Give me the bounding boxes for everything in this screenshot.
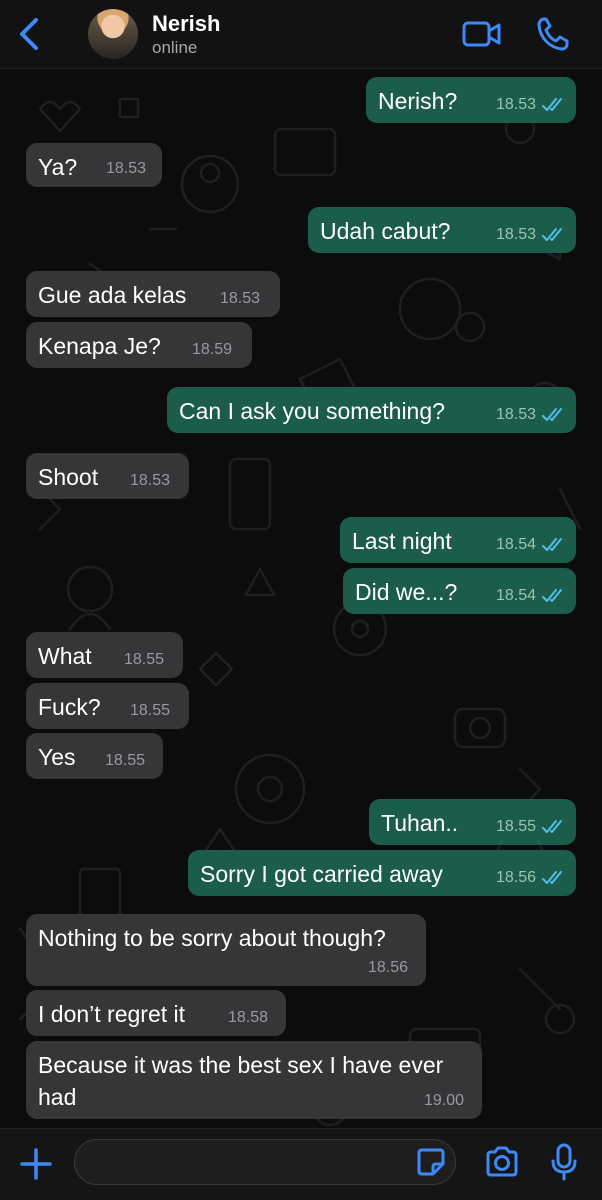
message-timestamp: 19.00	[424, 1092, 465, 1109]
composer-bar	[0, 1128, 602, 1200]
outgoing-message[interactable]: Tuhan.. 18.55	[369, 799, 576, 845]
read-receipt-icon	[542, 871, 562, 884]
video-call-button[interactable]	[462, 18, 502, 50]
chevron-left-icon	[20, 18, 38, 50]
outgoing-message[interactable]: Udah cabut? 18.53	[308, 207, 576, 253]
message-timestamp: 18.55	[124, 651, 165, 668]
message-timestamp: 18.54	[495, 536, 536, 553]
camera-icon	[486, 1146, 518, 1177]
read-receipt-icon	[542, 589, 562, 602]
message-text: Fuck?	[38, 694, 101, 720]
plus-icon	[20, 1148, 52, 1180]
outgoing-message[interactable]: Nerish? 18.53	[366, 77, 576, 123]
avatar[interactable]	[88, 9, 138, 59]
message-timestamp: 18.53	[495, 406, 536, 423]
message-text: Shoot	[38, 464, 99, 490]
message-timestamp: 18.55	[495, 818, 536, 835]
video-camera-icon	[462, 21, 501, 47]
incoming-message[interactable]: I don’t regret it 18.58	[26, 990, 286, 1036]
message-timestamp: 18.53	[106, 160, 147, 177]
incoming-message[interactable]: Because it was the best sex I have ever …	[26, 1041, 482, 1119]
message-timestamp: 18.56	[495, 869, 536, 886]
outgoing-message[interactable]: Sorry I got carried away 18.56	[188, 850, 576, 896]
message-text: Udah cabut?	[320, 218, 451, 244]
read-receipt-icon	[542, 538, 562, 551]
message-timestamp: 18.53	[220, 290, 261, 307]
message-input[interactable]	[74, 1139, 456, 1185]
phone-icon	[537, 17, 569, 51]
message-timestamp: 18.55	[105, 752, 146, 769]
incoming-message[interactable]: Yes 18.55	[26, 733, 163, 779]
incoming-message[interactable]: Ya? 18.53	[26, 143, 162, 187]
message-text: Gue ada kelas	[38, 282, 187, 308]
message-text: Ya?	[38, 154, 78, 180]
message-timestamp: 18.54	[495, 587, 536, 604]
message-text: Sorry I got carried away	[200, 861, 443, 887]
message-text: Kenapa Je?	[38, 333, 161, 359]
incoming-message[interactable]: Fuck? 18.55	[26, 683, 189, 729]
message-text: Yes	[38, 744, 76, 770]
voice-message-button[interactable]	[550, 1142, 578, 1182]
sticker-button[interactable]	[416, 1147, 446, 1177]
outgoing-message[interactable]: Last night 18.54	[340, 517, 576, 563]
message-timestamp: 18.53	[130, 472, 171, 489]
message-text: Nerish?	[378, 88, 458, 114]
back-button[interactable]	[14, 14, 48, 54]
read-receipt-icon	[542, 820, 562, 833]
chat-screen: Nerish online Nerish? 18.53 Ya? 18.53 Ud…	[0, 0, 602, 1200]
microphone-icon	[551, 1143, 577, 1181]
add-attachment-button[interactable]	[18, 1146, 54, 1182]
message-text: Because it was the best sex I have ever …	[38, 1052, 444, 1110]
incoming-message[interactable]: Shoot 18.53	[26, 453, 189, 499]
chat-header: Nerish online	[0, 0, 602, 69]
message-timestamp: 18.53	[495, 226, 536, 243]
incoming-message[interactable]: Kenapa Je? 18.59	[26, 322, 252, 368]
incoming-message[interactable]: What 18.55	[26, 632, 183, 678]
sticker-icon	[417, 1148, 445, 1176]
read-receipt-icon	[542, 98, 562, 111]
message-timestamp: 18.55	[130, 702, 171, 719]
message-text: Did we...?	[355, 579, 458, 605]
message-text: What	[38, 643, 92, 669]
message-timestamp: 18.53	[495, 96, 536, 113]
message-text: Nothing to be sorry about though?	[38, 925, 386, 951]
contact-status: online	[152, 38, 198, 57]
message-timestamp: 18.56	[368, 959, 409, 976]
message-text: Tuhan..	[381, 810, 459, 836]
outgoing-message[interactable]: Can I ask you something? 18.53	[167, 387, 576, 433]
message-timestamp: 18.58	[228, 1009, 269, 1026]
read-receipt-icon	[542, 228, 562, 241]
camera-button[interactable]	[484, 1145, 520, 1179]
read-receipt-icon	[542, 408, 562, 421]
message-timestamp: 18.59	[192, 341, 233, 358]
contact-name[interactable]: Nerish	[152, 11, 220, 37]
voice-call-button[interactable]	[536, 16, 570, 52]
message-text: Last night	[352, 528, 452, 554]
incoming-message[interactable]: Gue ada kelas 18.53	[26, 271, 280, 317]
outgoing-message[interactable]: Did we...? 18.54	[343, 568, 576, 614]
incoming-message[interactable]: Nothing to be sorry about though? 18.56	[26, 914, 426, 986]
message-text: Can I ask you something?	[179, 398, 445, 424]
message-text: I don’t regret it	[38, 1001, 186, 1027]
message-list[interactable]: Nerish? 18.53 Ya? 18.53 Udah cabut? 18.53 Gue …	[0, 69, 602, 1128]
